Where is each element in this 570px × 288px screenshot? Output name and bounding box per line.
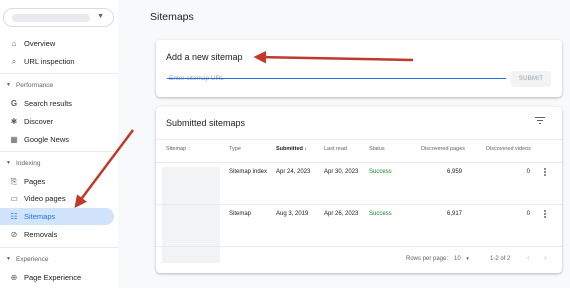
status-badge: Success — [369, 211, 392, 217]
sidebar-item-google-news[interactable]: ▦ Google News — [0, 131, 114, 148]
google-g-icon: G — [10, 99, 18, 108]
next-page-icon[interactable]: › — [544, 253, 547, 262]
removals-icon: ⊘ — [10, 230, 18, 239]
sitemap-url-redacted — [162, 167, 220, 217]
status-badge: Success — [369, 169, 392, 175]
sidebar-item-pages[interactable]: ⎘ Pages — [0, 173, 114, 190]
more-options-icon[interactable] — [544, 168, 547, 177]
divider — [0, 73, 118, 74]
filter-icon[interactable] — [535, 116, 547, 126]
sidebar-item-label: URL inspection — [24, 57, 75, 66]
prev-page-icon[interactable]: ‹ — [527, 253, 530, 262]
table-cell-discovered-pages: 6,917 — [446, 211, 462, 217]
table-cell-type: Sitemap — [229, 211, 252, 217]
page-experience-icon: ⊕ — [10, 273, 18, 282]
dropdown-caret-icon: ▼ — [97, 13, 104, 20]
sidebar-item-label: Video pages — [24, 194, 66, 203]
sidebar-item-removals[interactable]: ⊘ Removals — [0, 226, 114, 243]
sidebar-item-label: Search results — [24, 99, 72, 108]
news-icon: ▦ — [10, 135, 18, 144]
column-header-discovered-videos[interactable]: Discovered videos — [486, 146, 531, 152]
divider — [0, 247, 118, 248]
property-name-redacted — [12, 14, 90, 22]
submit-button[interactable]: SUBMIT — [511, 71, 551, 87]
table-cell-type: Sitemap index — [229, 169, 268, 175]
section-header-performance[interactable]: ▼ Performance — [0, 79, 118, 91]
divider — [156, 162, 562, 163]
table-cell-discovered-videos: 0 — [526, 211, 530, 217]
column-header-last-read[interactable]: Last read — [324, 146, 347, 152]
sidebar-item-label: Page Experience — [24, 273, 82, 282]
column-header-discovered-pages[interactable]: Discovered pages — [421, 146, 465, 152]
sidebar-item-label: Removals — [24, 230, 58, 239]
sidebar-item-label: Discover — [24, 117, 54, 126]
table-cell-submitted: Aug 3, 2019 — [276, 211, 309, 217]
collapse-triangle-icon: ▼ — [6, 160, 11, 166]
collapse-triangle-icon: ▼ — [6, 82, 11, 88]
column-header-status[interactable]: Status — [369, 146, 385, 152]
collapse-triangle-icon: ▼ — [6, 256, 11, 262]
pages-icon: ⎘ — [10, 176, 18, 186]
table-cell-last-read: Apr 26, 2023 — [324, 211, 359, 217]
section-header-indexing[interactable]: ▼ Indexing — [0, 157, 118, 169]
sidebar-item-url-inspection[interactable]: ⌕ URL inspection — [0, 53, 114, 70]
column-header-submitted[interactable]: Submitted ↓ — [276, 146, 307, 152]
divider — [0, 151, 118, 152]
section-title: Experience — [15, 255, 49, 263]
property-selector[interactable]: ▼ — [3, 8, 114, 27]
sidebar-item-search-results[interactable]: G Search results — [0, 95, 114, 112]
search-icon: ⌕ — [11, 56, 17, 66]
more-options-icon[interactable] — [544, 210, 547, 219]
sitemap-url-redacted — [162, 217, 220, 263]
sidebar-item-label: Google News — [24, 135, 70, 144]
sort-arrow-down-icon: ↓ — [304, 146, 308, 152]
dropdown-caret-icon: ▼ — [465, 256, 470, 261]
rows-per-page-label: Rows per page: — [406, 256, 449, 262]
sitemaps-icon: ☷ — [10, 212, 18, 221]
sidebar-item-label: Sitemaps — [24, 212, 56, 221]
section-title: Indexing — [15, 159, 41, 167]
sitemap-url-input-underline — [167, 78, 506, 79]
divider — [156, 204, 562, 205]
section-header-experience[interactable]: ▼ Experience — [0, 253, 118, 265]
sidebar-item-overview[interactable]: ⌂ Overview — [0, 35, 114, 52]
submitted-sitemaps-card: Submitted sitemaps Sitemap ↕ Type Submit… — [156, 107, 562, 273]
sidebar-item-video-pages[interactable]: ▭ Video pages — [0, 190, 114, 207]
rows-per-page-select[interactable]: 10 ▼ — [454, 256, 470, 262]
divider — [156, 246, 562, 247]
home-icon: ⌂ — [11, 39, 17, 48]
sidebar-item-page-experience[interactable]: ⊕ Page Experience — [0, 269, 114, 286]
sidebar: ▼ ⌂ Overview ⌕ URL inspection ▼ Performa… — [0, 0, 118, 288]
sidebar-item-label: Pages — [24, 177, 46, 186]
table-cell-discovered-pages: 6,959 — [446, 169, 462, 175]
sort-icon: ↕ — [187, 146, 191, 152]
add-sitemap-card: Add a new sitemap Enter sitemap URL SUBM… — [156, 40, 562, 97]
table-cell-submitted: Apr 24, 2023 — [276, 169, 311, 175]
table-cell-last-read: Apr 30, 2023 — [324, 169, 359, 175]
sidebar-item-discover[interactable]: ✱ Discover — [0, 113, 114, 130]
video-pages-icon: ▭ — [10, 194, 18, 203]
sidebar-item-sitemaps[interactable]: ☷ Sitemaps — [0, 208, 114, 225]
submitted-sitemaps-title: Submitted sitemaps — [166, 118, 246, 128]
add-sitemap-title: Add a new sitemap — [166, 52, 243, 62]
table-cell-discovered-videos: 0 — [526, 169, 530, 175]
column-header-type[interactable]: Type — [229, 146, 241, 152]
divider — [156, 139, 562, 140]
page-title: Sitemaps — [150, 11, 194, 23]
pagination-range: 1-2 of 2 — [490, 256, 511, 262]
section-title: Performance — [15, 81, 54, 89]
column-header-sitemap[interactable]: Sitemap ↕ — [166, 146, 190, 152]
sidebar-item-label: Overview — [24, 39, 56, 48]
asterisk-icon: ✱ — [10, 117, 18, 126]
